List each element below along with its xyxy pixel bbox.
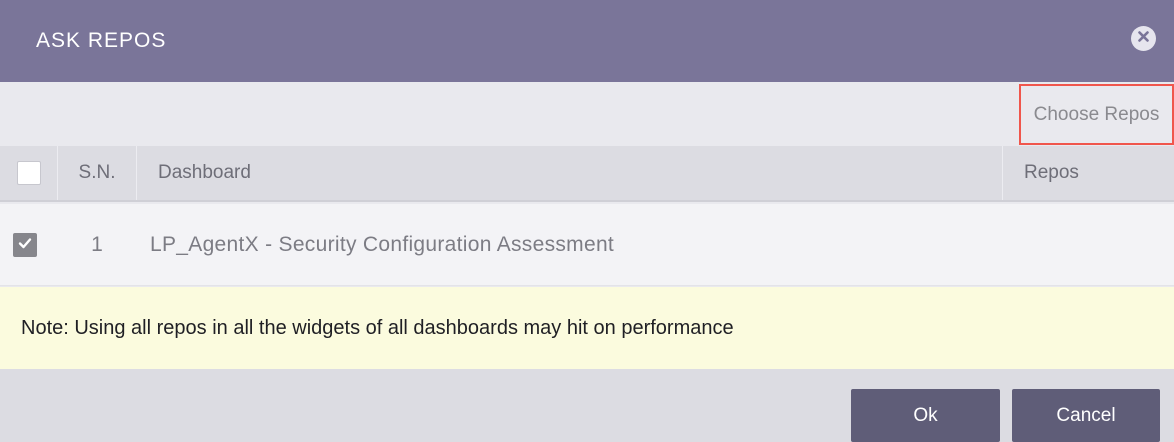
table-row[interactable]: 1 LP_AgentX - Security Configuration Ass… bbox=[0, 204, 1174, 286]
select-all-cell bbox=[0, 146, 58, 200]
dialog-header: ASK REPOS bbox=[0, 0, 1174, 82]
close-icon bbox=[1137, 30, 1150, 48]
close-button[interactable] bbox=[1131, 26, 1156, 51]
ok-button[interactable]: Ok bbox=[851, 389, 1000, 442]
column-header-repos: Repos bbox=[1024, 162, 1079, 183]
table-header: S.N. Dashboard Repos bbox=[0, 146, 1174, 202]
toolbar: Choose Repos bbox=[0, 82, 1174, 146]
column-header-sn: S.N. bbox=[58, 146, 137, 200]
cancel-button[interactable]: Cancel bbox=[1012, 389, 1160, 442]
row-dashboard-name: LP_AgentX - Security Configuration Asses… bbox=[150, 232, 615, 256]
column-header-dashboard[interactable]: Dashboard bbox=[137, 146, 1003, 200]
row-select-cell bbox=[0, 232, 49, 257]
performance-note: Note: Using all repos in all the widgets… bbox=[0, 287, 1174, 369]
choose-repos-button[interactable]: Choose Repos bbox=[1019, 84, 1174, 145]
select-all-checkbox[interactable] bbox=[16, 161, 41, 185]
dialog-footer: Ok Cancel bbox=[0, 369, 1174, 442]
ask-repos-dialog: ASK REPOS Choose Repos S.N. Dashboard Re… bbox=[0, 0, 1174, 442]
row-checkbox[interactable] bbox=[12, 232, 37, 257]
dialog-title: ASK REPOS bbox=[36, 29, 167, 52]
note-text: Note: Using all repos in all the widgets… bbox=[21, 316, 734, 339]
checkmark-icon bbox=[17, 233, 33, 257]
row-sn: 1 bbox=[91, 232, 103, 256]
